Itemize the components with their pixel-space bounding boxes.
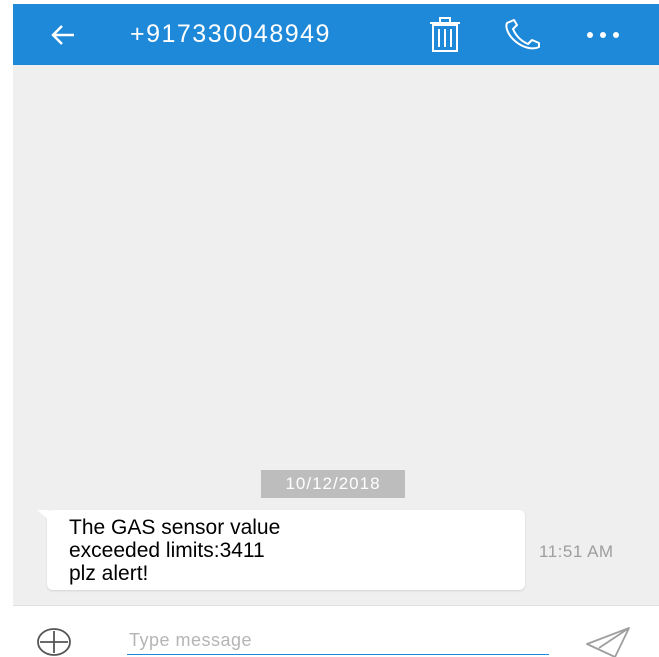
incoming-message-bubble[interactable]: The GAS sensor value exceeded limits:341… [37,510,525,590]
back-button[interactable] [43,4,83,65]
add-circle-icon [37,628,71,656]
more-dots-icon [587,31,619,38]
message-text: The GAS sensor value exceeded limits:341… [69,516,281,585]
messaging-screen: +917330048949 10/12/2018 The GAS sensor … [0,0,659,657]
message-composer [13,605,659,657]
add-attachment-button[interactable] [35,626,73,657]
conversation-header: +917330048949 [13,4,659,65]
contact-title: +917330048949 [130,20,331,48]
message-timestamp: 11:51 AM [539,542,614,561]
message-input[interactable] [127,626,549,655]
bubble-tail [37,510,49,520]
trash-icon [430,16,460,52]
more-options-button[interactable] [573,4,633,65]
phone-icon [505,18,540,49]
send-button[interactable] [585,626,631,657]
date-separator: 10/12/2018 [261,470,405,498]
call-button[interactable] [495,4,551,65]
delete-button[interactable] [421,4,469,65]
message-thread[interactable]: 10/12/2018 The GAS sensor value exceeded… [13,65,659,605]
back-arrow-icon [51,24,74,45]
send-icon [586,627,630,657]
